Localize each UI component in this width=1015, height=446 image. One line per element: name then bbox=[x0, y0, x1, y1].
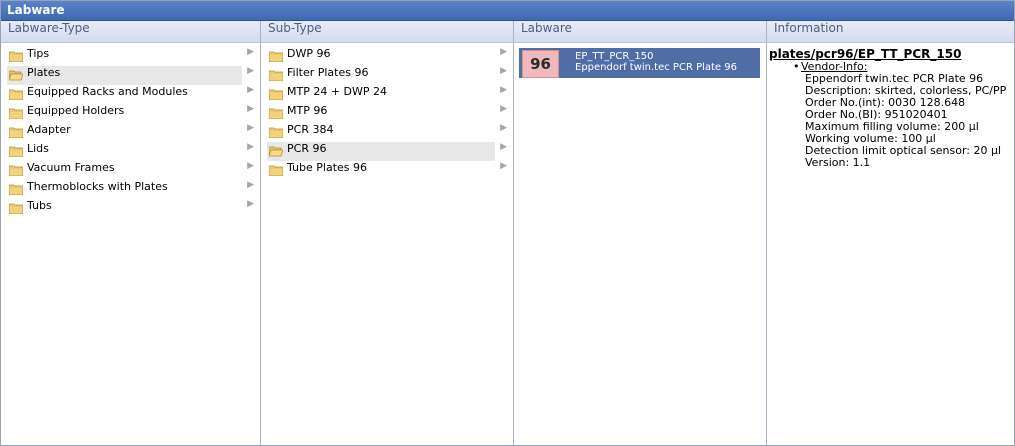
labware-item-name: Eppendorf twin.tec PCR Plate 96 bbox=[575, 62, 737, 73]
labware-header: Labware bbox=[514, 21, 766, 43]
information-column: Information plates/pcr96/EP_TT_PCR_150 •… bbox=[767, 21, 1014, 445]
sub-type-item-label: MTP 24 + DWP 24 bbox=[287, 85, 388, 98]
chevron-right-icon: ▶ bbox=[247, 180, 254, 190]
labware-type-item[interactable]: Plates ▶ bbox=[7, 66, 254, 85]
sub-type-item[interactable]: MTP 96 ▶ bbox=[267, 104, 507, 123]
sub-type-column: Sub-Type DWP 96 ▶ Filter Plates 96 ▶ MTP 24 … bbox=[261, 21, 514, 445]
labware-type-item-label: Equipped Holders bbox=[27, 104, 125, 117]
labware-type-header: Labware-Type bbox=[1, 21, 260, 43]
labware-item-selected[interactable]: 96 EP_TT_PCR_150 Eppendorf twin.tec PCR … bbox=[519, 48, 760, 78]
information-panel: plates/pcr96/EP_TT_PCR_150 • Vendor-Info:… bbox=[767, 43, 1014, 169]
folder-icon bbox=[8, 127, 24, 139]
bullet-icon: • bbox=[793, 60, 800, 73]
sub-type-header: Sub-Type bbox=[261, 21, 513, 43]
folder-icon bbox=[268, 51, 284, 63]
folder-icon bbox=[8, 146, 24, 158]
labware-type-item[interactable]: Tubs ▶ bbox=[7, 199, 254, 218]
folder-icon bbox=[268, 70, 284, 82]
chevron-right-icon: ▶ bbox=[500, 47, 507, 57]
labware-type-item-label: Thermoblocks with Plates bbox=[27, 180, 168, 193]
sub-type-item[interactable]: PCR 96 ▶ bbox=[267, 142, 507, 161]
labware-type-item[interactable]: Equipped Holders ▶ bbox=[7, 104, 254, 123]
sub-type-item[interactable]: DWP 96 ▶ bbox=[267, 47, 507, 66]
chevron-right-icon: ▶ bbox=[247, 66, 254, 76]
folder-icon bbox=[268, 165, 284, 177]
sub-type-item-label: Filter Plates 96 bbox=[287, 66, 369, 79]
chevron-right-icon: ▶ bbox=[247, 85, 254, 95]
sub-type-item-label: Tube Plates 96 bbox=[287, 161, 368, 174]
folder-icon bbox=[8, 165, 24, 177]
folder-icon bbox=[8, 203, 24, 215]
plate-96-badge-icon: 96 bbox=[522, 50, 559, 78]
folder-icon bbox=[8, 51, 24, 63]
chevron-right-icon: ▶ bbox=[247, 161, 254, 171]
labware-path: plates/pcr96/EP_TT_PCR_150 bbox=[769, 47, 962, 61]
labware-type-item-label: Plates bbox=[27, 66, 61, 79]
labware-type-item[interactable]: Vacuum Frames ▶ bbox=[7, 161, 254, 180]
sub-type-list: DWP 96 ▶ Filter Plates 96 ▶ MTP 24 + DWP 24 ▶… bbox=[261, 43, 513, 180]
column-browser: Labware-Type Tips ▶ Plates ▶ Equipped Racks … bbox=[1, 21, 1014, 445]
labware-type-item-label: Tubs bbox=[27, 199, 52, 212]
labware-column: Labware 96 EP_TT_PCR_150 Eppendorf twin.… bbox=[514, 21, 767, 445]
chevron-right-icon: ▶ bbox=[247, 47, 254, 57]
labware-type-item[interactable]: Adapter ▶ bbox=[7, 123, 254, 142]
labware-item-id: EP_TT_PCR_150 bbox=[575, 51, 654, 62]
labware-type-item-label: Vacuum Frames bbox=[27, 161, 115, 174]
folder-icon bbox=[268, 89, 284, 101]
chevron-right-icon: ▶ bbox=[247, 142, 254, 152]
chevron-right-icon: ▶ bbox=[247, 104, 254, 114]
sub-type-item-label: PCR 384 bbox=[287, 123, 334, 136]
folder-open-icon bbox=[268, 146, 284, 157]
labware-type-item[interactable]: Thermoblocks with Plates ▶ bbox=[7, 180, 254, 199]
labware-type-column: Labware-Type Tips ▶ Plates ▶ Equipped Racks … bbox=[1, 21, 261, 445]
chevron-right-icon: ▶ bbox=[500, 66, 507, 76]
chevron-right-icon: ▶ bbox=[500, 161, 507, 171]
sub-type-item-label: MTP 96 bbox=[287, 104, 328, 117]
labware-type-item-label: Lids bbox=[27, 142, 49, 155]
vendor-info-lines: Eppendorf twin.tec PCR Plate 96 Descripti… bbox=[805, 73, 1012, 169]
vendor-info-line: Version: 1.1 bbox=[805, 156, 871, 169]
folder-icon bbox=[268, 108, 284, 120]
sub-type-item[interactable]: Tube Plates 96 ▶ bbox=[267, 161, 507, 180]
labware-window: Labware Labware-Type Tips ▶ Plates ▶ Equippe… bbox=[0, 0, 1015, 446]
chevron-right-icon: ▶ bbox=[247, 123, 254, 133]
sub-type-item[interactable]: Filter Plates 96 ▶ bbox=[267, 66, 507, 85]
chevron-right-icon: ▶ bbox=[500, 123, 507, 133]
sub-type-item-label: PCR 96 bbox=[287, 142, 327, 155]
chevron-right-icon: ▶ bbox=[500, 85, 507, 95]
chevron-right-icon: ▶ bbox=[500, 104, 507, 114]
sub-type-item[interactable]: MTP 24 + DWP 24 ▶ bbox=[267, 85, 507, 104]
sub-type-item[interactable]: PCR 384 ▶ bbox=[267, 123, 507, 142]
labware-type-list: Tips ▶ Plates ▶ Equipped Racks and Modules ▶ E… bbox=[1, 43, 260, 218]
folder-icon bbox=[8, 184, 24, 196]
labware-type-item-label: Tips bbox=[27, 47, 50, 60]
labware-type-item[interactable]: Equipped Racks and Modules ▶ bbox=[7, 85, 254, 104]
chevron-right-icon: ▶ bbox=[247, 199, 254, 209]
labware-type-item-label: Equipped Racks and Modules bbox=[27, 85, 188, 98]
folder-icon bbox=[268, 127, 284, 139]
labware-type-item[interactable]: Tips ▶ bbox=[7, 47, 254, 66]
folder-icon bbox=[8, 89, 24, 101]
labware-type-item-label: Adapter bbox=[27, 123, 71, 136]
information-header: Information bbox=[767, 21, 1014, 43]
folder-icon bbox=[8, 108, 24, 120]
labware-type-item[interactable]: Lids ▶ bbox=[7, 142, 254, 161]
chevron-right-icon: ▶ bbox=[500, 142, 507, 152]
folder-open-icon bbox=[8, 70, 24, 81]
sub-type-item-label: DWP 96 bbox=[287, 47, 331, 60]
window-title: Labware bbox=[1, 1, 1014, 21]
